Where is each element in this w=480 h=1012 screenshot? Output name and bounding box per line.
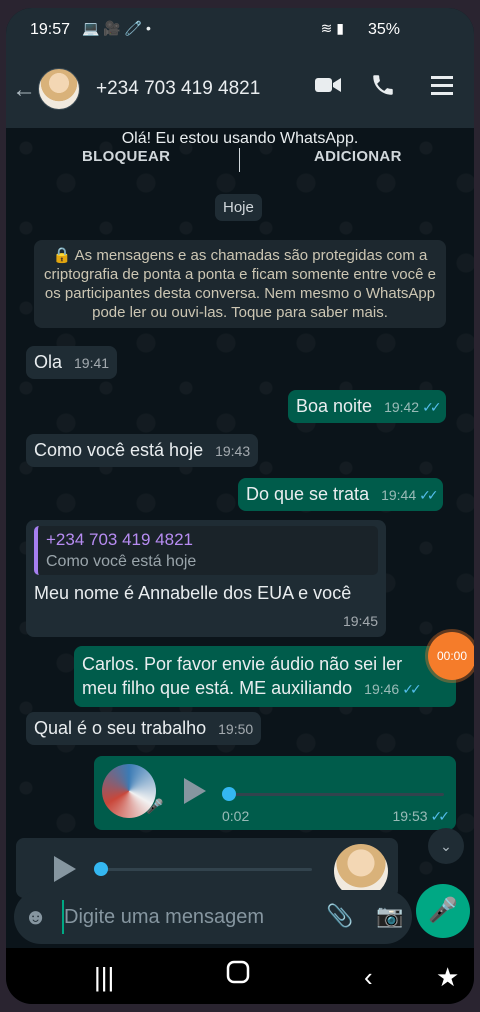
voice-call-icon[interactable] xyxy=(370,72,396,103)
message-text: Como você está hoje xyxy=(34,440,204,460)
audio-progress-track[interactable] xyxy=(228,793,444,796)
message-time: 19:50 xyxy=(218,721,254,737)
message-time: 19:45 xyxy=(342,613,378,629)
audio-message-incoming[interactable] xyxy=(16,838,398,898)
message-incoming[interactable]: Qual é o seu trabalho 19:50 xyxy=(26,712,262,745)
message-time: 19:41 xyxy=(74,355,110,371)
message-text: Ola xyxy=(34,352,63,372)
read-ticks-icon: ✓✓ xyxy=(419,487,439,503)
home-icon[interactable] xyxy=(226,960,250,991)
status-bar: 19:57 💻 🎥 🧷 • ≋ ▮ 35% xyxy=(6,8,474,50)
recording-timer: 00:00 xyxy=(428,632,474,680)
message-time: 19:53 xyxy=(392,808,428,824)
message-time: 19:44 xyxy=(381,487,417,503)
microphone-icon: 🎤 xyxy=(146,798,164,814)
contact-name[interactable]: +234 703 419 4821 xyxy=(96,78,260,100)
message-outgoing[interactable]: Carlos. Por favor envie áudio não sei le… xyxy=(74,646,456,707)
add-contact-button[interactable]: ADICIONAR xyxy=(314,148,402,165)
audio-message-outgoing[interactable]: 🎤 0:02 19:53 ✓✓ xyxy=(94,756,456,830)
quoted-message[interactable]: +234 703 419 4821 Como você está hoje xyxy=(34,526,378,575)
back-arrow-icon[interactable]: ← xyxy=(12,76,36,104)
attachment-icon[interactable]: 📎 xyxy=(326,903,353,929)
contact-status-message: Olá! Eu estou usando WhatsApp. xyxy=(121,130,359,147)
encryption-notice[interactable]: 🔒 As mensagens e as chamadas são protegi… xyxy=(34,240,446,328)
read-ticks-icon: ✓✓ xyxy=(402,681,422,697)
message-composer: ☻ 📎 📷 xyxy=(14,890,412,944)
message-text: Do que se trata xyxy=(246,484,370,504)
system-nav-bar: ||| ‹ ★ xyxy=(6,948,474,1004)
emoji-icon[interactable]: ☻ xyxy=(24,904,47,930)
date-label: Hoje xyxy=(215,194,262,221)
message-incoming-reply[interactable]: +234 703 419 4821 Como você está hoje Me… xyxy=(26,520,386,637)
scroll-down-icon[interactable]: ⌄ xyxy=(428,828,464,864)
quoted-sender: +234 703 419 4821 xyxy=(46,530,194,549)
block-add-row: BLOQUEAR ADICIONAR xyxy=(6,148,474,174)
encryption-notice-text: As mensagens e as chamadas são protegida… xyxy=(44,247,436,321)
audio-progress-handle[interactable] xyxy=(94,862,108,876)
back-nav-icon[interactable]: ‹ xyxy=(364,962,373,993)
message-time-ticks: 19:53 ✓✓ xyxy=(392,808,451,825)
chat-header: ← +234 703 419 4821 xyxy=(6,50,474,128)
video-call-icon[interactable] xyxy=(314,74,342,101)
recent-apps-icon[interactable]: ||| xyxy=(94,962,114,993)
message-incoming[interactable]: Ola 19:41 xyxy=(26,346,118,379)
block-button[interactable]: BLOQUEAR xyxy=(82,148,170,165)
quoted-text: Como você está hoje xyxy=(46,553,197,570)
audio-duration: 0:02 xyxy=(222,808,250,824)
message-input[interactable] xyxy=(62,900,312,934)
message-outgoing[interactable]: Boa noite 19:42 ✓✓ xyxy=(288,390,446,423)
wifi-signal-icon: ≋ ▮ xyxy=(320,20,344,36)
message-outgoing[interactable]: Do que se trata 19:44 ✓✓ xyxy=(238,478,443,511)
audio-progress-handle[interactable] xyxy=(222,787,236,801)
play-icon[interactable] xyxy=(184,778,206,804)
message-time: 19:42 xyxy=(384,399,420,415)
message-text: Qual é o seu trabalho xyxy=(34,718,207,738)
play-icon[interactable] xyxy=(54,856,76,882)
lock-icon: 🔒 xyxy=(52,247,72,264)
audio-progress-track[interactable] xyxy=(100,868,312,871)
chat-area[interactable]: Olá! Eu estou usando WhatsApp. BLOQUEAR … xyxy=(6,128,474,898)
menu-icon[interactable] xyxy=(430,74,454,103)
read-ticks-icon: ✓✓ xyxy=(422,399,442,415)
divider xyxy=(239,148,240,172)
message-incoming[interactable]: Como você está hoje 19:43 xyxy=(26,434,259,467)
notification-icons: 💻 🎥 🧷 • xyxy=(82,20,151,36)
microphone-button[interactable]: 🎤 xyxy=(416,884,470,938)
read-ticks-icon: ✓✓ xyxy=(430,808,451,824)
message-time: 19:43 xyxy=(215,443,251,459)
phone-screen: 19:57 💻 🎥 🧷 • ≋ ▮ 35% ← +234 703 419 482… xyxy=(6,8,474,1004)
status-time: 19:57 xyxy=(30,21,71,38)
message-text: Boa noite xyxy=(296,396,373,416)
contact-avatar[interactable] xyxy=(38,68,80,110)
message-time: 19:46 xyxy=(364,681,400,697)
message-text-line1: Carlos. Por favor envie áudio não sei le… xyxy=(82,654,403,674)
message-text: Meu nome é Annabelle dos EUA e você xyxy=(34,583,352,603)
battery-level: 35% xyxy=(367,21,400,38)
message-text-line2: meu filho que está. ME auxiliando xyxy=(82,678,353,698)
accessibility-icon[interactable]: ★ xyxy=(436,962,459,993)
camera-icon[interactable]: 📷 xyxy=(376,903,403,929)
